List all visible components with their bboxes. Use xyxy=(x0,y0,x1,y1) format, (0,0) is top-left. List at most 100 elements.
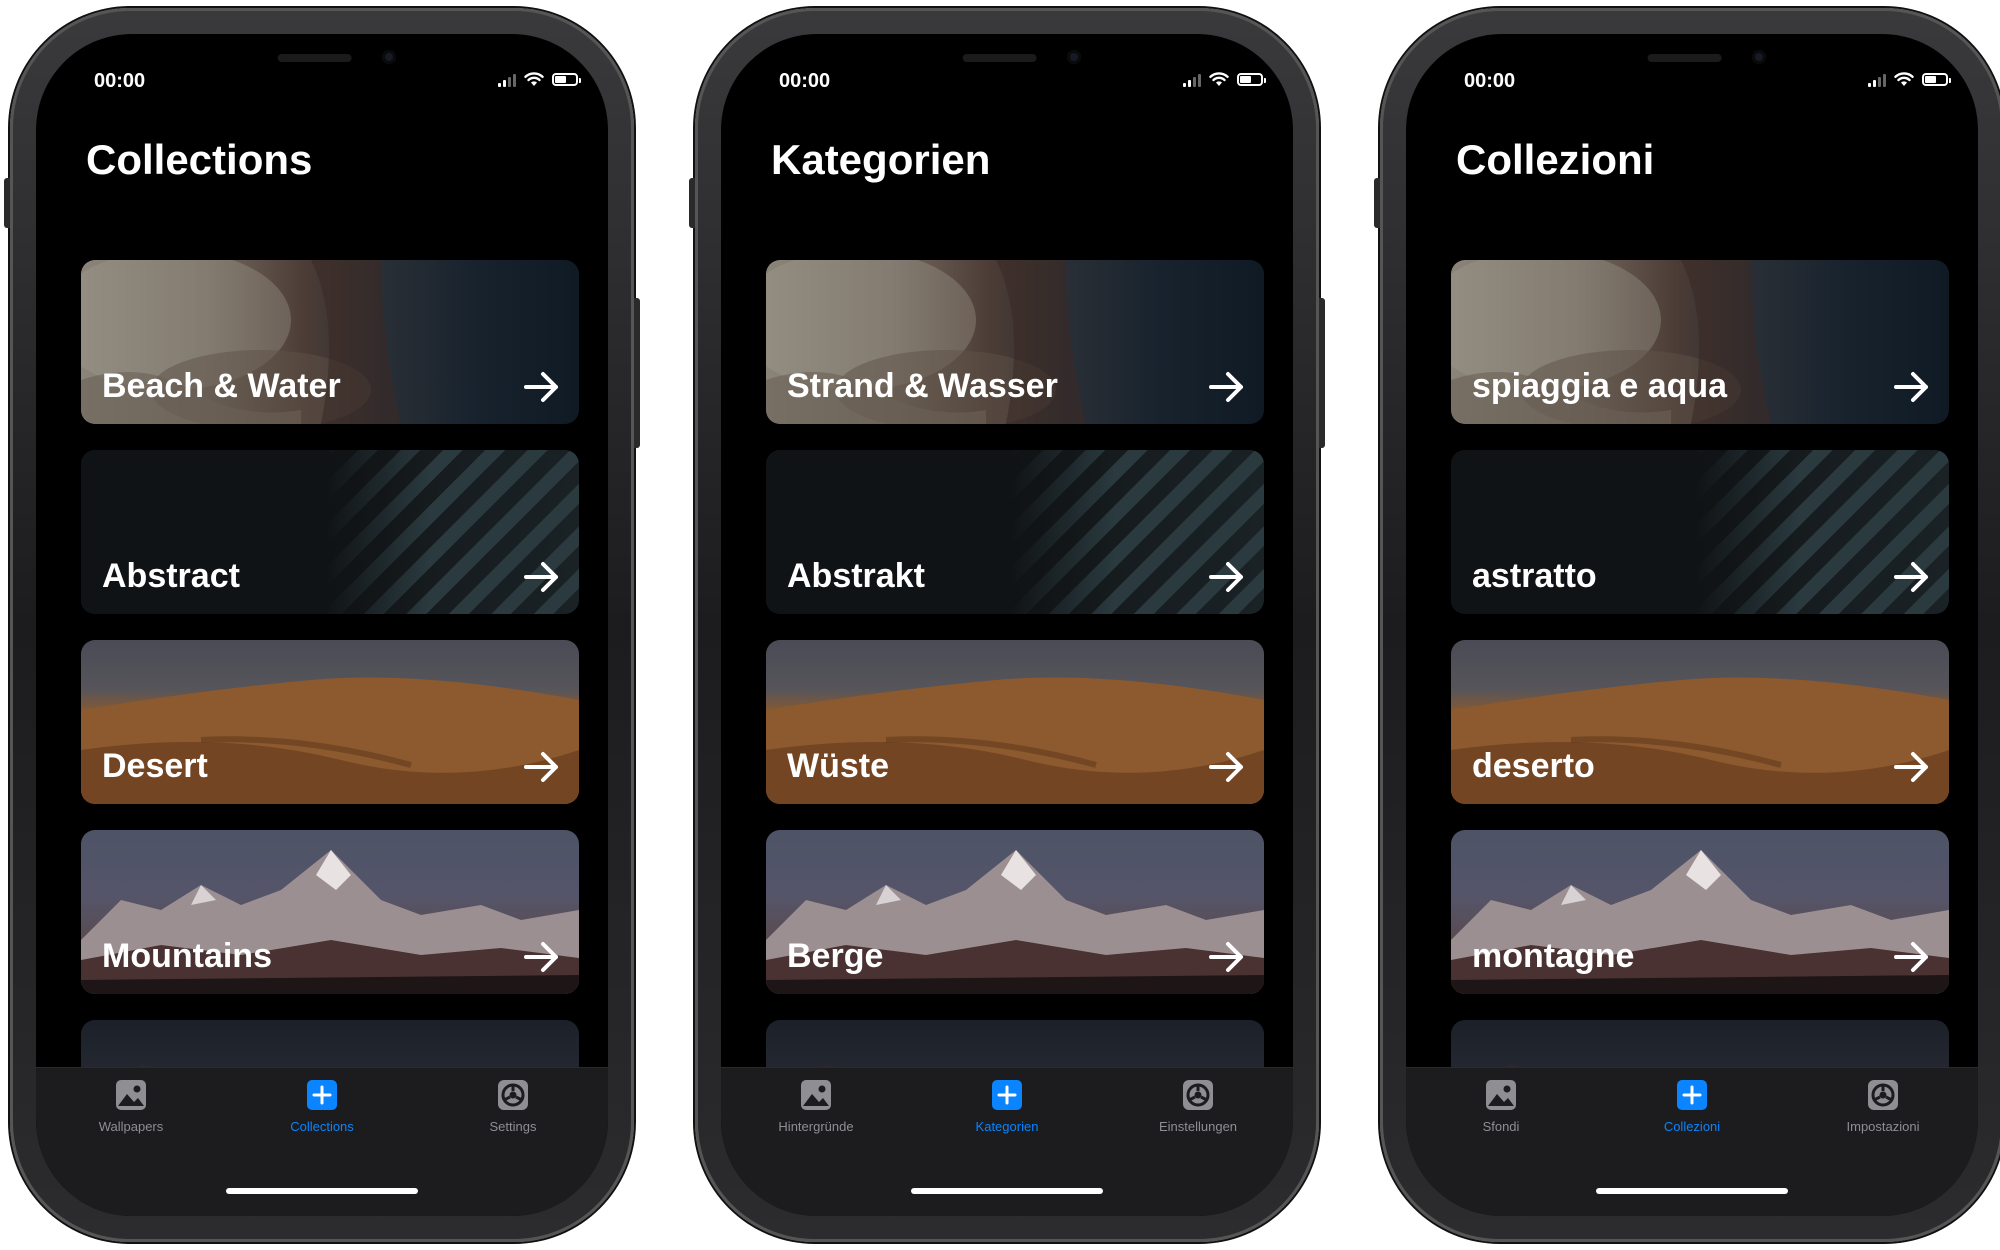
status-time: 00:00 xyxy=(94,70,146,92)
collection-card-label: Wüste xyxy=(787,747,889,785)
notch xyxy=(1531,34,1853,80)
arrow-right-icon xyxy=(1894,942,1928,972)
tab-wallpapers[interactable]: Hintergründe xyxy=(746,1078,886,1134)
arrow-right-icon xyxy=(1209,752,1243,782)
collection-card-label: Mountains xyxy=(102,937,272,975)
notch xyxy=(846,34,1168,80)
home-indicator xyxy=(911,1188,1103,1194)
battery-icon xyxy=(1237,73,1266,86)
home-indicator xyxy=(226,1188,418,1194)
arrow-right-icon xyxy=(524,942,558,972)
plus-square-icon xyxy=(1677,1080,1707,1110)
cellular-signal-icon xyxy=(1868,73,1886,87)
arrow-right-icon xyxy=(1894,752,1928,782)
tab-label: Sfondi xyxy=(1482,1119,1520,1134)
tab-settings[interactable]: Settings xyxy=(443,1078,583,1134)
arrow-right-icon xyxy=(524,752,558,782)
phone-screen: 00:00 Kategorien Strand & Wasser Abstrak… xyxy=(721,34,1293,1216)
battery-icon xyxy=(552,73,581,86)
collection-card-label: Beach & Water xyxy=(102,367,341,405)
arrow-right-icon xyxy=(1894,562,1928,592)
status-icons xyxy=(1868,72,1951,87)
arrow-right-icon xyxy=(1209,942,1243,972)
collection-card-mountains[interactable]: montagne xyxy=(1451,830,1949,994)
arrow-right-icon xyxy=(1894,372,1928,402)
tab-wallpapers[interactable]: Wallpapers xyxy=(61,1078,201,1134)
tab-label: Settings xyxy=(489,1119,537,1134)
tab-bar: Wallpapers Collections Settings xyxy=(36,1067,608,1216)
collection-card-beach[interactable]: Strand & Wasser xyxy=(766,260,1264,424)
tab-label: Kategorien xyxy=(975,1119,1039,1134)
phone-screen: 00:00 Collections Beach & Water Abstract… xyxy=(36,34,608,1216)
tab-label: Wallpapers xyxy=(98,1119,164,1134)
tab-wallpapers[interactable]: Sfondi xyxy=(1431,1078,1571,1134)
collection-card-label: Strand & Wasser xyxy=(787,367,1058,405)
front-camera xyxy=(1752,50,1766,64)
collection-card-label: Berge xyxy=(787,937,884,975)
arrow-right-icon xyxy=(1209,372,1243,402)
speaker xyxy=(277,54,352,62)
wifi-icon xyxy=(1894,72,1914,86)
collection-card-mountains[interactable]: Berge xyxy=(766,830,1264,994)
tab-collections[interactable]: Collezioni xyxy=(1622,1078,1762,1134)
iphone-frame-3: 00:00 Collezioni spiaggia e aqua astratt… xyxy=(1374,8,2000,1242)
arrow-right-icon xyxy=(524,372,558,402)
speaker xyxy=(1647,54,1722,62)
status-time: 00:00 xyxy=(779,70,831,92)
collection-card-abstract[interactable]: Abstract xyxy=(81,450,579,614)
phone-screen: 00:00 Collezioni spiaggia e aqua astratt… xyxy=(1406,34,1978,1216)
iphone-frame-2: 00:00 Kategorien Strand & Wasser Abstrak… xyxy=(689,8,1325,1242)
wifi-icon xyxy=(524,72,544,86)
cellular-signal-icon xyxy=(1183,73,1201,87)
tab-collections[interactable]: Collections xyxy=(252,1078,392,1134)
collection-card-beach[interactable]: spiaggia e aqua xyxy=(1451,260,1949,424)
collection-card-label: deserto xyxy=(1472,747,1595,785)
collection-card-abstract[interactable]: Abstrakt xyxy=(766,450,1264,614)
arrow-right-icon xyxy=(1209,562,1243,592)
plus-square-icon xyxy=(992,1080,1022,1110)
collection-card-desert[interactable]: Wüste xyxy=(766,640,1264,804)
collection-card-label: montagne xyxy=(1472,937,1635,975)
tab-bar: Sfondi Collezioni Impostazioni xyxy=(1406,1067,1978,1216)
collection-card-desert[interactable]: Desert xyxy=(81,640,579,804)
page-title: Collezioni xyxy=(1456,136,1655,183)
tab-label: Impostazioni xyxy=(1846,1119,1920,1134)
tab-label: Collections xyxy=(290,1119,354,1134)
tab-label: Einstellungen xyxy=(1158,1119,1238,1134)
photo-icon xyxy=(801,1080,831,1110)
plus-square-icon xyxy=(307,1080,337,1110)
photo-icon xyxy=(116,1080,146,1110)
gear-icon xyxy=(1183,1080,1213,1110)
status-icons xyxy=(498,72,581,87)
collection-card-label: astratto xyxy=(1472,557,1597,595)
front-camera xyxy=(382,50,396,64)
arrow-right-icon xyxy=(524,562,558,592)
gear-icon xyxy=(1868,1080,1898,1110)
tab-collections[interactable]: Kategorien xyxy=(937,1078,1077,1134)
tab-label: Collezioni xyxy=(1663,1119,1721,1134)
tab-settings[interactable]: Impostazioni xyxy=(1813,1078,1953,1134)
speaker xyxy=(962,54,1037,62)
tab-bar: Hintergründe Kategorien Einstellungen xyxy=(721,1067,1293,1216)
collection-card-abstract[interactable]: astratto xyxy=(1451,450,1949,614)
notch xyxy=(161,34,483,80)
collection-card-beach[interactable]: Beach & Water xyxy=(81,260,579,424)
tab-settings[interactable]: Einstellungen xyxy=(1128,1078,1268,1134)
photo-icon xyxy=(1486,1080,1516,1110)
page-title: Kategorien xyxy=(771,136,991,183)
wifi-icon xyxy=(1209,72,1229,86)
collection-card-label: Abstrakt xyxy=(787,557,925,595)
home-indicator xyxy=(1596,1188,1788,1194)
collection-card-mountains[interactable]: Mountains xyxy=(81,830,579,994)
status-icons xyxy=(1183,72,1266,87)
collection-card-label: spiaggia e aqua xyxy=(1472,367,1728,405)
battery-icon xyxy=(1922,73,1951,86)
tab-label: Hintergründe xyxy=(778,1119,854,1134)
collection-card-label: Abstract xyxy=(102,557,240,595)
collection-card-label: Desert xyxy=(102,747,208,785)
collection-card-desert[interactable]: deserto xyxy=(1451,640,1949,804)
gear-icon xyxy=(498,1080,528,1110)
cellular-signal-icon xyxy=(498,73,516,87)
iphone-frame-1: 00:00 Collections Beach & Water Abstract… xyxy=(4,8,640,1242)
front-camera xyxy=(1067,50,1081,64)
